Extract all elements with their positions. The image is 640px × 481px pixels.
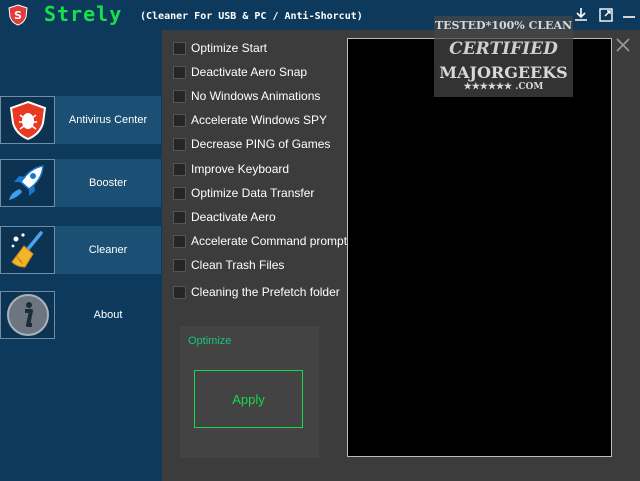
checkbox[interactable] xyxy=(173,41,186,55)
svg-text:S: S xyxy=(14,9,22,22)
option-clean-prefetch-folder[interactable]: Cleaning the Prefetch folder xyxy=(173,282,348,302)
option-accelerate-windows-spy[interactable]: Accelerate Windows SPY xyxy=(173,110,348,130)
option-accelerate-command-prompt[interactable]: Accelerate Command prompt xyxy=(173,231,348,251)
nav-icon-box xyxy=(0,159,55,207)
option-label: No Windows Animations xyxy=(191,89,321,103)
option-label: Clean Trash Files xyxy=(191,258,285,272)
app-subtitle: (Cleaner For USB & PC / Anti-Shorcut) xyxy=(140,11,363,22)
option-optimize-data-transfer[interactable]: Optimize Data Transfer xyxy=(173,183,348,203)
checkbox[interactable] xyxy=(173,186,186,200)
option-label: Cleaning the Prefetch folder xyxy=(191,285,340,299)
sidebar-item-label: Antivirus Center xyxy=(68,114,148,126)
option-label: Decrease PING of Games xyxy=(191,137,331,151)
checkbox[interactable] xyxy=(173,234,186,248)
option-label: Improve Keyboard xyxy=(191,162,290,176)
sidebar-item-label: About xyxy=(93,309,123,321)
option-label: Deactivate Aero Snap xyxy=(191,65,308,79)
checkbox[interactable] xyxy=(173,285,186,299)
info-icon xyxy=(6,294,49,336)
sidebar-item-booster[interactable]: Booster xyxy=(0,159,161,207)
nav-icon-box xyxy=(0,96,55,144)
nav-icon-box xyxy=(0,291,55,339)
option-label: Deactivate Aero xyxy=(191,210,276,224)
checkbox[interactable] xyxy=(173,65,186,79)
option-label: Optimize Data Transfer xyxy=(191,186,315,200)
option-deactivate-aero-snap[interactable]: Deactivate Aero Snap xyxy=(173,62,348,82)
badge-line-stars: ★★★★★★ .COM xyxy=(463,82,544,92)
output-panel xyxy=(347,38,612,457)
antivirus-shield-icon xyxy=(9,100,46,141)
sidebar-item-label: Booster xyxy=(89,177,127,189)
option-label: Optimize Start xyxy=(191,41,268,55)
option-decrease-ping[interactable]: Decrease PING of Games xyxy=(173,134,348,154)
app-shield-logo-icon: S xyxy=(8,4,28,26)
sidebar-item-cleaner[interactable]: Cleaner xyxy=(0,226,161,274)
option-deactivate-aero[interactable]: Deactivate Aero xyxy=(173,207,348,227)
optimize-group-label: Optimize xyxy=(188,335,232,347)
maximize-icon[interactable] xyxy=(597,6,615,24)
sidebar: Antivirus Center Booster Cleaner About xyxy=(0,30,162,481)
apply-button[interactable]: Apply xyxy=(194,370,303,428)
checkbox[interactable] xyxy=(173,113,186,127)
checkbox[interactable] xyxy=(173,258,186,272)
option-label: Accelerate Windows SPY xyxy=(191,113,328,127)
option-label: Accelerate Command prompt xyxy=(191,234,348,248)
option-optimize-start[interactable]: Optimize Start xyxy=(173,38,348,58)
download-icon[interactable] xyxy=(572,6,590,24)
option-clean-trash-files[interactable]: Clean Trash Files xyxy=(173,255,348,275)
badge-line-tested: TESTED*100% CLEAN xyxy=(434,19,573,32)
badge-line-majorgeeks: MAJORGEEKS xyxy=(439,63,568,82)
sidebar-item-label: Cleaner xyxy=(88,244,128,256)
broom-icon xyxy=(10,231,43,268)
app-name: Strely xyxy=(44,2,123,26)
option-improve-keyboard[interactable]: Improve Keyboard xyxy=(173,159,348,179)
badge-line-certified: CERTIFIED xyxy=(449,39,558,59)
optimize-group: Optimize Apply xyxy=(180,326,319,458)
checkbox[interactable] xyxy=(173,162,186,176)
option-no-windows-animations[interactable]: No Windows Animations xyxy=(173,86,348,106)
checkbox[interactable] xyxy=(173,137,186,151)
close-icon[interactable] xyxy=(614,36,632,54)
checkbox[interactable] xyxy=(173,210,186,224)
sidebar-item-about[interactable]: About xyxy=(0,291,161,339)
sidebar-item-antivirus-center[interactable]: Antivirus Center xyxy=(0,96,161,144)
rocket-icon xyxy=(8,165,44,200)
checkbox[interactable] xyxy=(173,89,186,103)
majorgeeks-badge: TESTED*100% CLEAN CERTIFIED MAJORGEEKS ★… xyxy=(434,16,573,97)
minimize-icon[interactable] xyxy=(620,6,638,24)
nav-icon-box xyxy=(0,226,55,274)
